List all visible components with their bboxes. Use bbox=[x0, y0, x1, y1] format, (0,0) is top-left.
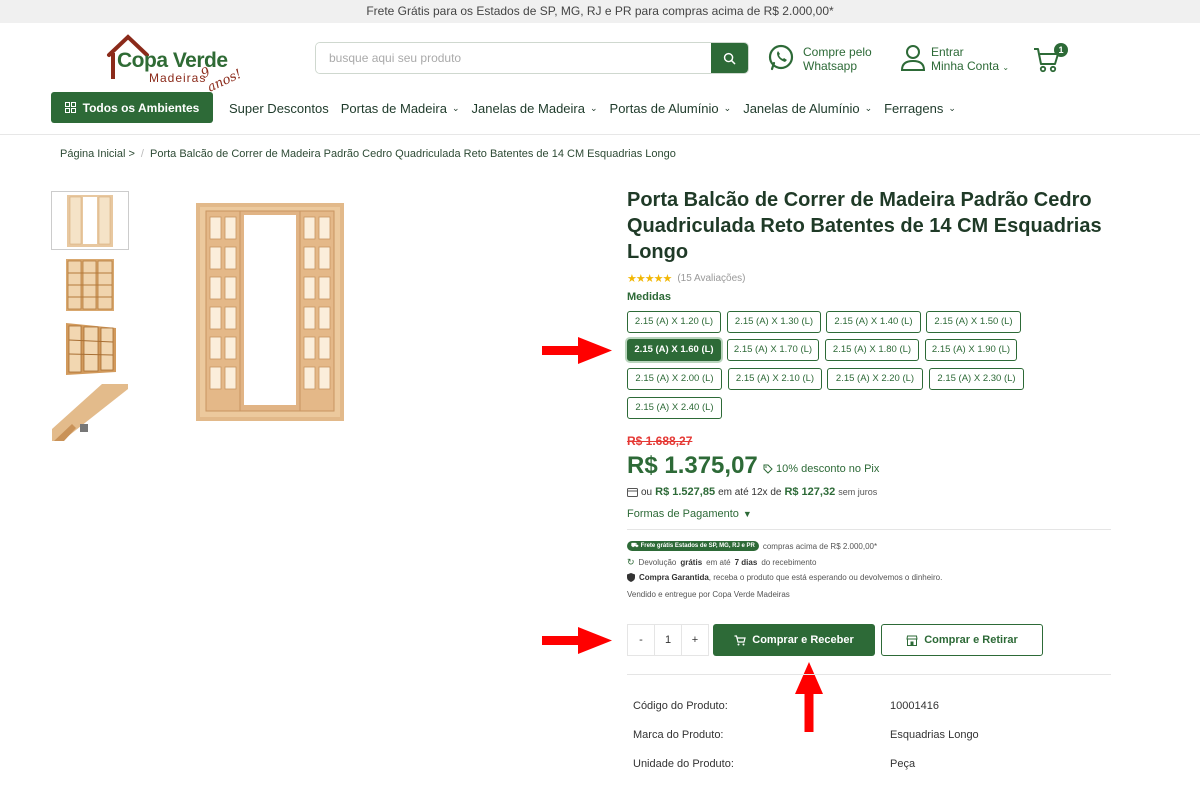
shipping-banner: Frete Grátis para os Estados de SP, MG, … bbox=[0, 0, 1200, 23]
thumbnail-1[interactable] bbox=[51, 191, 129, 250]
size-option[interactable]: 2.15 (A) X 1.20 (L) bbox=[627, 311, 721, 333]
thumbnail-4[interactable] bbox=[51, 383, 129, 442]
nav-item-super-descontos[interactable]: Super Descontos bbox=[229, 101, 329, 116]
size-option[interactable]: 2.15 (A) X 2.00 (L) bbox=[627, 368, 722, 390]
size-option[interactable]: 2.15 (A) X 2.40 (L) bbox=[627, 397, 722, 419]
nav-item-portas-madeira[interactable]: Portas de Madeira ⌄ bbox=[341, 101, 460, 116]
breadcrumb-current: Porta Balcão de Correr de Madeira Padrão… bbox=[149, 148, 676, 160]
store-icon bbox=[906, 635, 918, 646]
cart-icon bbox=[734, 634, 747, 645]
size-option[interactable]: 2.15 (A) X 1.50 (L) bbox=[926, 311, 1021, 333]
caret-down-icon: ▼ bbox=[742, 509, 752, 519]
grid-icon bbox=[64, 102, 76, 113]
star-rating-icon: ★★★★★ bbox=[627, 273, 672, 285]
main-nav: Todos os Ambientes Super Descontos Porta… bbox=[0, 91, 1200, 135]
size-option[interactable]: 2.15 (A) X 2.20 (L) bbox=[827, 368, 923, 390]
size-option[interactable]: 2.15 (A) X 1.30 (L) bbox=[727, 311, 821, 333]
whatsapp-line1: Compre pelo bbox=[803, 45, 872, 59]
spec-row: Marca do Produto: Esquadrias Longo bbox=[633, 729, 979, 741]
thumbnail-2[interactable] bbox=[51, 255, 129, 314]
cart-count-badge: 1 bbox=[1054, 43, 1068, 57]
all-categories-label: Todos os Ambientes bbox=[82, 100, 200, 115]
return-info: ↻ Devolução grátis em até 7 dias do rece… bbox=[627, 557, 817, 567]
tag-icon bbox=[763, 464, 773, 474]
qty-input[interactable]: 1 bbox=[654, 625, 682, 655]
divider bbox=[627, 674, 1111, 675]
whatsapp-icon bbox=[768, 44, 794, 71]
divider bbox=[627, 529, 1111, 530]
chevron-down-icon: ⌄ bbox=[948, 103, 956, 113]
refresh-icon: ↻ bbox=[627, 557, 635, 567]
chevron-down-icon: ⌄ bbox=[1002, 63, 1010, 72]
credit-card-icon bbox=[627, 487, 638, 497]
red-arrow-right-icon bbox=[542, 627, 612, 654]
chevron-down-icon: ⌄ bbox=[723, 103, 732, 113]
chevron-down-icon: ⌄ bbox=[864, 103, 873, 113]
chevron-down-icon: ⌄ bbox=[589, 103, 598, 113]
buy-and-pickup-button[interactable]: Comprar e Retirar bbox=[881, 624, 1043, 656]
breadcrumb: Página Inicial > / Porta Balcão de Correr … bbox=[60, 148, 676, 160]
truck-icon: ⛟ bbox=[631, 543, 639, 549]
logo-sub: Madeiras bbox=[149, 71, 207, 85]
account-line1: Entrar bbox=[931, 45, 964, 59]
free-shipping-badge: ⛟ Frete grátis Estados de SP, MG, RJ e PR bbox=[627, 541, 759, 551]
nav-item-janelas-madeira[interactable]: Janelas de Madeira ⌄ bbox=[472, 101, 598, 116]
red-arrow-right-icon bbox=[542, 337, 612, 364]
size-option[interactable]: 2.15 (A) X 1.70 (L) bbox=[727, 339, 819, 361]
search-bar bbox=[315, 42, 749, 74]
qty-minus-button[interactable]: - bbox=[628, 625, 654, 655]
search-input[interactable] bbox=[316, 43, 712, 73]
size-option[interactable]: 2.15 (A) X 1.90 (L) bbox=[925, 339, 1017, 361]
medidas-label: Medidas bbox=[627, 291, 672, 303]
size-option[interactable]: 2.15 (A) X 1.80 (L) bbox=[825, 339, 919, 361]
size-option[interactable]: 2.15 (A) X 2.30 (L) bbox=[929, 368, 1024, 390]
payment-methods-toggle[interactable]: Formas de Pagamento ▼ bbox=[627, 508, 752, 520]
all-categories-button[interactable]: Todos os Ambientes bbox=[51, 92, 213, 123]
guarantee-info: Compra Garantida, receba o produto que e… bbox=[627, 573, 942, 582]
account-menu[interactable]: Entrar Minha Conta ⌄ bbox=[900, 43, 1015, 75]
buy-and-receive-button[interactable]: Comprar e Receber bbox=[713, 624, 875, 656]
old-price: R$ 1.688,27 bbox=[627, 434, 693, 448]
whatsapp-line2: Whatsapp bbox=[803, 59, 858, 73]
shield-icon bbox=[627, 573, 635, 582]
size-option-selected[interactable]: 2.15 (A) X 1.60 (L) bbox=[627, 339, 721, 361]
chevron-down-icon: ⌄ bbox=[451, 103, 460, 113]
price: R$ 1.375,07 bbox=[627, 452, 758, 479]
seller-info: Vendido e entregue por Copa Verde Madeir… bbox=[627, 590, 790, 599]
installments: ou R$ 1.527,85 em até 12x de R$ 127,32 s… bbox=[627, 486, 877, 498]
nav-item-janelas-aluminio[interactable]: Janelas de Alumínio ⌄ bbox=[743, 101, 872, 116]
user-icon bbox=[900, 45, 926, 71]
nav-item-portas-aluminio[interactable]: Portas de Alumínio ⌄ bbox=[610, 101, 732, 116]
thumbnail-list bbox=[51, 191, 129, 447]
quantity-stepper: - 1 + bbox=[627, 624, 709, 656]
review-count: (15 Avaliações) bbox=[677, 273, 746, 284]
nav-items: Super Descontos Portas de Madeira ⌄ Janel… bbox=[229, 101, 968, 116]
free-shipping-info: ⛟ Frete grátis Estados de SP, MG, RJ e PR… bbox=[627, 541, 877, 551]
search-button[interactable] bbox=[711, 43, 748, 73]
rating[interactable]: ★★★★★ (15 Avaliações) bbox=[627, 272, 746, 285]
product-main-image[interactable] bbox=[196, 203, 344, 421]
spec-row: Código do Produto: 10001416 bbox=[633, 700, 939, 712]
size-option[interactable]: 2.15 (A) X 2.10 (L) bbox=[728, 368, 822, 390]
whatsapp-link[interactable]: Compre pelo Whatsapp bbox=[767, 43, 877, 75]
header: Copa Verde Madeiras 9 anos! Compre pelo … bbox=[0, 23, 1200, 96]
thumbnail-3[interactable] bbox=[51, 319, 129, 378]
search-icon bbox=[723, 52, 736, 64]
breadcrumb-home[interactable]: Página Inicial > bbox=[60, 148, 135, 160]
pix-discount: 10% desconto no Pix bbox=[763, 463, 879, 475]
size-option[interactable]: 2.15 (A) X 1.40 (L) bbox=[826, 311, 921, 333]
qty-plus-button[interactable]: + bbox=[682, 625, 708, 655]
logo[interactable]: Copa Verde Madeiras 9 anos! bbox=[105, 31, 250, 96]
account-line2: Minha Conta bbox=[931, 59, 1000, 73]
nav-item-ferragens[interactable]: Ferragens ⌄ bbox=[884, 101, 956, 116]
spec-row: Unidade do Produto: Peça bbox=[633, 758, 916, 770]
product-title: Porta Balcão de Correr de Madeira Padrão… bbox=[627, 189, 1102, 263]
cart-button[interactable]: 1 bbox=[1033, 43, 1069, 75]
